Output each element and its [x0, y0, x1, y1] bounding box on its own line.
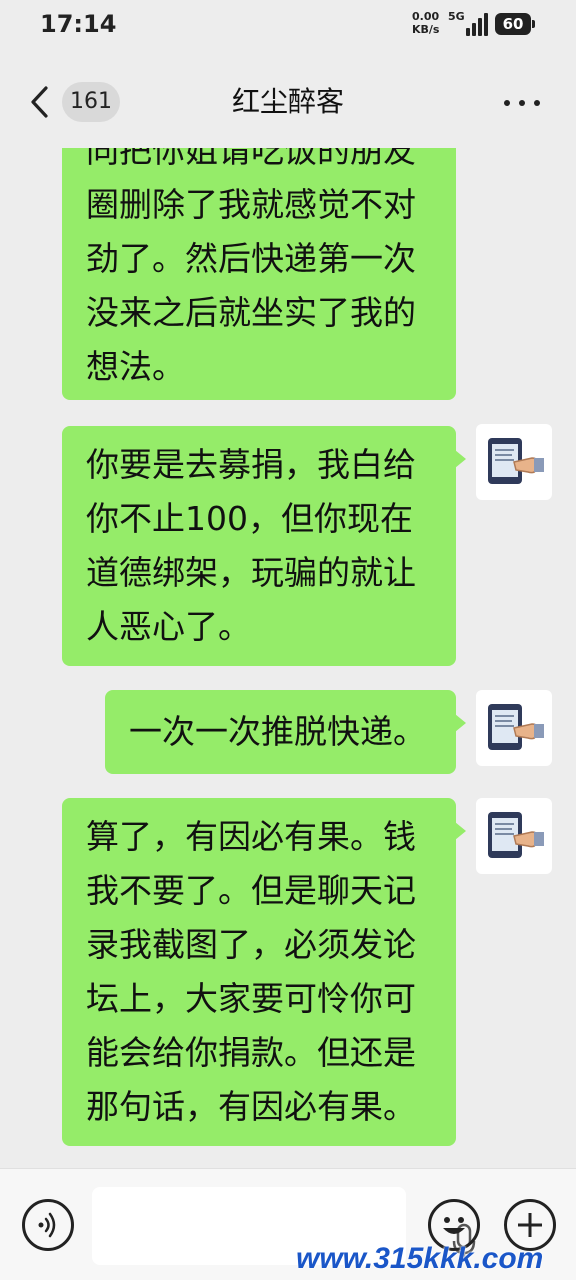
message-line: 人恶心了。 — [86, 607, 251, 646]
network-speed-value: 0.00 — [412, 10, 440, 23]
message-line: 没来之后就坐实了我的 — [86, 293, 416, 332]
signal-icon — [466, 12, 490, 36]
message-line: 劲了。然后快递第一次 — [86, 239, 416, 278]
message-line: 道德绑架，玩骗的就让 — [86, 553, 416, 592]
message-line: 圈删除了我就感觉不对 — [86, 185, 416, 224]
message-list[interactable]: 同把你姐请吃饭的朋友 圈删除了我就感觉不对 劲了。然后快递第一次 没来之后就坐实… — [0, 148, 576, 1168]
watermark: www.315kkk.com — [296, 1242, 544, 1275]
avatar[interactable] — [476, 798, 552, 874]
battery-icon: 60 — [495, 13, 535, 35]
chevron-left-icon[interactable] — [26, 82, 56, 122]
chat-header: 161 红尘醉客 — [0, 60, 576, 146]
network-speed-unit: KB/s — [412, 23, 440, 36]
status-time: 17:14 — [40, 10, 117, 38]
tablet-avatar-icon — [488, 704, 544, 750]
message-line: 坛上，大家要可怜你可 — [86, 979, 416, 1018]
tablet-avatar-icon — [488, 812, 544, 858]
message-bubble[interactable]: 一次一次推脱快递。 — [105, 690, 466, 774]
message-line: 那句话，有因必有果。 — [86, 1087, 416, 1126]
network-speed: 0.00 KB/s — [412, 10, 439, 36]
unread-count-badge[interactable]: 161 — [62, 82, 120, 122]
voice-icon[interactable] — [22, 1199, 74, 1251]
message-bubble[interactable]: 同把你姐请吃饭的朋友 圈删除了我就感觉不对 劲了。然后快递第一次 没来之后就坐实… — [62, 148, 456, 400]
message-line: 你要是去募捐，我白给 — [86, 445, 416, 484]
message-bubble[interactable]: 你要是去募捐，我白给 你不止100，但你现在 道德绑架，玩骗的就让 人恶心了。 — [62, 426, 466, 666]
avatar[interactable] — [476, 690, 552, 766]
message-line: 想法。 — [86, 347, 185, 386]
message-line: 我不要了。但是聊天记 — [86, 871, 416, 910]
message-bubble[interactable]: 算了，有因必有果。钱 我不要了。但是聊天记 录我截图了，必须发论 坛上，大家要可… — [62, 798, 466, 1146]
message-line: 录我截图了，必须发论 — [86, 925, 416, 964]
status-bar: 17:14 0.00 KB/s 5G 60 — [0, 0, 576, 52]
message-line: 能会给你捐款。但还是 — [86, 1033, 416, 1072]
avatar[interactable] — [476, 424, 552, 500]
message-line: 算了，有因必有果。钱 — [86, 817, 416, 856]
network-type: 5G — [448, 10, 465, 23]
message-line: 你不止100，但你现在 — [86, 499, 413, 538]
message-line: 同把你姐请吃饭的朋友 — [86, 148, 416, 170]
more-dots-icon[interactable] — [500, 90, 544, 114]
tablet-avatar-icon — [488, 438, 544, 484]
message-line: 一次一次推脱快递。 — [129, 712, 426, 751]
battery-level: 60 — [502, 15, 524, 33]
